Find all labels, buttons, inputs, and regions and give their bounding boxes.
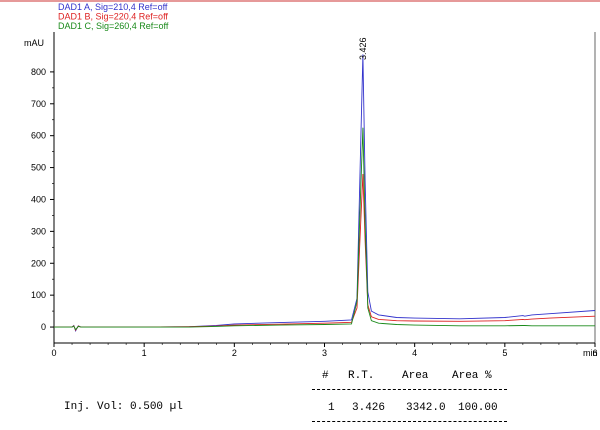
x-tick-label: 0 — [51, 348, 56, 358]
peak-table-header-area: Area — [402, 370, 429, 382]
y-tick-label: 800 — [31, 67, 46, 77]
peak-table-header-row: # R.T. Area Area % — [312, 370, 512, 386]
peak-label: 3.426 — [358, 37, 368, 60]
injection-volume-label: Inj. Vol: 0.500 µl — [64, 401, 183, 413]
x-tick-label: 2 — [232, 348, 237, 358]
y-tick-label: 0 — [41, 322, 46, 332]
peak-table-header-num: # — [322, 370, 329, 382]
x-tick-label: 5 — [502, 348, 507, 358]
y-tick-label: 600 — [31, 131, 46, 141]
chromatogram-chart: DAD1 A, Sig=210,4 Ref=offDAD1 B, Sig=220… — [0, 0, 600, 358]
peak-table-header-rt: R.T. — [348, 370, 375, 382]
peak-table-cell-rt: 3.426 — [352, 402, 386, 414]
peak-table-rule-top — [312, 389, 507, 390]
y-tick-label: 200 — [31, 258, 46, 268]
series-group — [54, 54, 596, 333]
x-tick-label: 3 — [322, 348, 327, 358]
peak-table-cell-num: 1 — [328, 402, 335, 414]
series-line — [54, 54, 596, 333]
peak-table: # R.T. Area Area % 1 3.426 3342.0 100.00 — [312, 370, 512, 422]
legend-entry: DAD1 B, Sig=220,4 Ref=off — [58, 12, 168, 22]
legend: DAD1 A, Sig=210,4 Ref=offDAD1 B, Sig=220… — [58, 2, 169, 31]
peak-table-cell-area-pct: 100.00 — [458, 402, 498, 414]
legend-entry: DAD1 C, Sig=260,4 Ref=off — [58, 21, 169, 31]
x-axis-label: min — [583, 348, 598, 358]
legend-entry: DAD1 A, Sig=210,4 Ref=off — [58, 2, 168, 12]
peak-table-cell-area: 3342.0 — [406, 402, 446, 414]
x-tick-label: 4 — [412, 348, 417, 358]
series-line — [54, 173, 596, 332]
peak-table-header-area-pct: Area % — [452, 370, 492, 382]
axes: 0100200300400500600700800mAU0 1 2 3 4 5 6min — [0, 0, 600, 358]
peak-table-rule-bottom — [312, 421, 507, 422]
series-line — [54, 127, 595, 331]
x-tick-label: 1 — [142, 348, 147, 358]
y-tick-label: 700 — [31, 99, 46, 109]
y-axis-label: mAU — [24, 38, 44, 48]
y-tick-label: 100 — [31, 290, 46, 300]
labels-group: 3.426 — [358, 37, 368, 60]
peak-table-row: 1 3.426 3342.0 100.00 — [312, 402, 512, 418]
y-tick-label: 300 — [31, 226, 46, 236]
y-tick-label: 400 — [31, 194, 46, 204]
y-tick-label: 500 — [31, 163, 46, 173]
